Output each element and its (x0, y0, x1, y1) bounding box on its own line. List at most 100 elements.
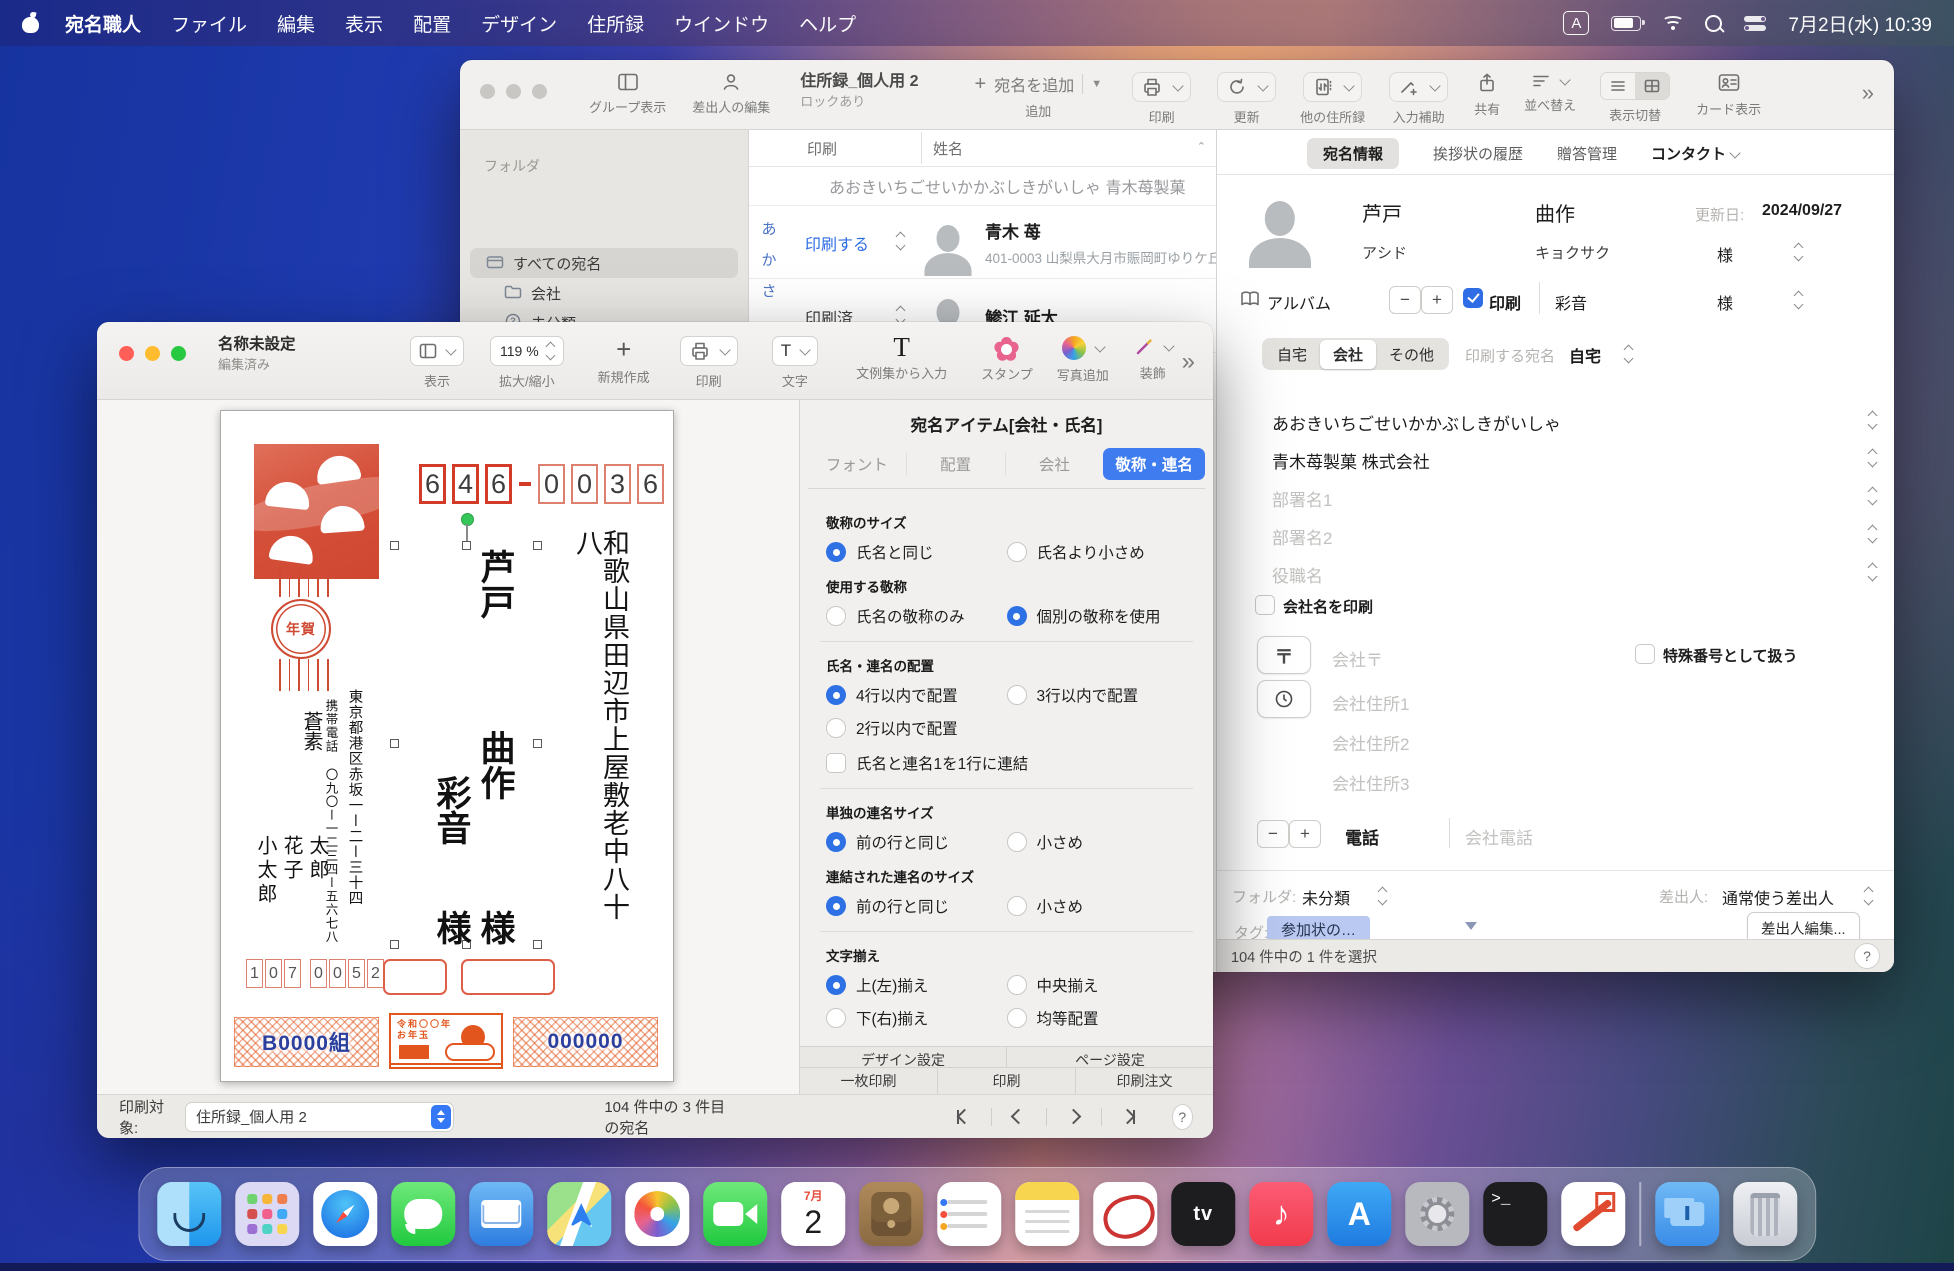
radio-個別の敬称を使用[interactable]: 個別の敬称を使用 (1007, 605, 1188, 627)
postal-code-button[interactable]: 〒 (1257, 636, 1311, 674)
company-address1-field[interactable]: 会社住所1 (1332, 690, 1409, 715)
menu-ファイル[interactable]: ファイル (171, 10, 247, 37)
menu-ウインドウ[interactable]: ウインドウ (674, 10, 769, 37)
radio-氏名の敬称のみ[interactable]: 氏名の敬称のみ (826, 605, 1007, 627)
company-print-checkbox[interactable] (1255, 595, 1275, 615)
sender-member-3[interactable]: 小太郎 (255, 835, 275, 907)
inspector-tab-フォント[interactable]: フォント (808, 453, 906, 475)
postcard-preview[interactable]: 年賀 6460036 和歌山県田辺市上屋敷老中八十八 芦戸 曲作 (220, 410, 674, 1082)
text-button[interactable]: T 文字 (772, 336, 818, 390)
view-button[interactable]: 表示 (410, 336, 464, 390)
menu-ヘルプ[interactable]: ヘルプ (799, 10, 856, 37)
radio-前の行と同じ[interactable]: 前の行と同じ (826, 831, 1007, 853)
menu-配置[interactable]: 配置 (413, 10, 451, 37)
next-record-button[interactable] (1059, 1104, 1089, 1130)
company-kana-field[interactable]: あおきいちごせいかかぶしきがいしゃ (1272, 410, 1561, 435)
remove-joint-button[interactable]: − (1389, 286, 1421, 314)
control-center-icon[interactable] (1744, 15, 1766, 31)
checkbox-氏名と連名1を1行に連結[interactable]: 氏名と連名1を1行に連結 (826, 752, 1187, 774)
dock-launchpad[interactable] (235, 1182, 299, 1246)
dock-calendar[interactable]: 7月2 (781, 1182, 845, 1246)
company-address3-field[interactable]: 会社住所3 (1332, 770, 1409, 795)
recipient-postal-code[interactable]: 6460036 (419, 464, 664, 504)
honorific-stepper[interactable] (1795, 244, 1802, 260)
radio-上(左)揃え[interactable]: 上(左)揃え (826, 974, 1007, 996)
joint-honorific-stepper[interactable] (1795, 292, 1802, 308)
design-canvas[interactable]: 年賀 6460036 和歌山県田辺市上屋敷老中八十八 芦戸 曲作 (97, 400, 800, 1095)
index-letter-さ[interactable]: さ (759, 280, 779, 301)
radio-小さめ[interactable]: 小さめ (1007, 895, 1188, 917)
dock-downloads[interactable] (1655, 1182, 1719, 1246)
toolbar-overflow-icon[interactable]: » (1862, 80, 1874, 106)
spotlight-icon[interactable] (1705, 15, 1722, 32)
decorate-button[interactable]: 装飾 (1133, 336, 1173, 382)
radio-下(右)揃え[interactable]: 下(右)揃え (826, 1007, 1007, 1029)
dock-terminal[interactable]: >_ (1483, 1182, 1547, 1246)
help-button[interactable]: ? (1172, 1104, 1193, 1130)
dock-contacts[interactable] (859, 1182, 923, 1246)
dock-messages[interactable] (391, 1182, 455, 1246)
stamp-button[interactable]: スタンプ (981, 336, 1033, 383)
inspector-tab-敬称・連名[interactable]: 敬称・連名 (1103, 448, 1205, 480)
help-button[interactable]: ? (1854, 943, 1880, 969)
dock-trash[interactable] (1733, 1182, 1797, 1246)
joint-name-field[interactable]: 彩音 (1555, 290, 1587, 314)
menu-app-name[interactable]: 宛名職人 (65, 10, 141, 37)
menu-表示[interactable]: 表示 (345, 10, 383, 37)
address-lookup-button[interactable] (1257, 680, 1311, 718)
card-view-button[interactable]: カード表示 (1696, 72, 1761, 118)
tab-宛名情報[interactable]: 宛名情報 (1307, 138, 1399, 169)
print-target-value[interactable]: 自宅 (1569, 343, 1601, 367)
sender-phone[interactable]: 携帯電話 〇九〇ー一二三四ー五六七八 (324, 699, 337, 947)
sort-caret-icon[interactable]: ⌃ (1197, 140, 1206, 153)
index-letter-か[interactable]: か (759, 249, 779, 270)
dock-photos[interactable] (625, 1182, 689, 1246)
add-recipient-button[interactable]: +宛名を追加▼ 追加 (975, 72, 1103, 120)
toolbar-overflow-icon[interactable]: » (1182, 348, 1195, 376)
segment-その他[interactable]: その他 (1376, 340, 1447, 369)
add-phone-button[interactable]: + (1289, 820, 1321, 848)
dock-facetime[interactable] (703, 1182, 767, 1246)
honorific-field[interactable]: 様 (1717, 242, 1733, 266)
dept1-field[interactable]: 部署名1 (1272, 486, 1332, 511)
input-source-icon[interactable]: A (1563, 11, 1589, 35)
role-stepper[interactable] (1869, 564, 1876, 580)
tag-dropdown-icon[interactable] (1465, 922, 1477, 930)
dock-appstore[interactable]: A (1327, 1182, 1391, 1246)
company-kana-stepper[interactable] (1869, 412, 1876, 428)
radio-小さめ[interactable]: 小さめ (1007, 831, 1188, 853)
last-name-field[interactable]: 芦戸 (1362, 198, 1402, 227)
window-controls[interactable] (119, 346, 186, 361)
phrase-library-button[interactable]: T 文例集から入力 (856, 336, 947, 382)
dock-maps[interactable] (547, 1182, 611, 1246)
radio-4行以内で配置[interactable]: 4行以内で配置 (826, 684, 1007, 706)
joint-honorific-field[interactable]: 様 (1717, 290, 1733, 314)
dept2-field[interactable]: 部署名2 (1272, 524, 1332, 549)
print-button[interactable]: 印刷 (1132, 72, 1191, 126)
index-letter-あ[interactable]: あ (759, 218, 779, 239)
inspector-tab-配置[interactable]: 配置 (906, 453, 1005, 475)
role-field[interactable]: 役職名 (1272, 562, 1323, 587)
folder-value[interactable]: 未分類 (1302, 885, 1350, 909)
print-status[interactable]: 印刷する (805, 231, 869, 255)
refresh-button[interactable]: 更新 (1217, 72, 1276, 126)
first-record-button[interactable] (949, 1104, 979, 1130)
window-controls[interactable] (480, 84, 547, 99)
sender-member-2[interactable]: 花子 (281, 835, 301, 883)
other-books-button[interactable]: 他の住所録 (1300, 72, 1365, 126)
group-view-button[interactable]: グループ表示 (589, 72, 666, 116)
radio-3行以内で配置[interactable]: 3行以内で配置 (1007, 684, 1188, 706)
tab-贈答管理[interactable]: 贈答管理 (1557, 143, 1617, 164)
column-print[interactable]: 印刷 (807, 138, 837, 159)
radio-前の行と同じ[interactable]: 前の行と同じ (826, 895, 1007, 917)
tab-コンタクト[interactable]: コンタクト (1651, 143, 1739, 164)
new-document-button[interactable]: + 新規作成 (598, 336, 650, 386)
sender-family-name[interactable]: 蒼素 (301, 711, 321, 751)
segment-自宅[interactable]: 自宅 (1264, 340, 1320, 369)
address-type-segmented[interactable]: 自宅会社その他 (1262, 338, 1449, 370)
dock-freeform[interactable] (1093, 1182, 1157, 1246)
company-name-field[interactable]: 青木苺製菓 株式会社 (1272, 448, 1430, 473)
sort-button[interactable]: 並べ替え (1524, 72, 1576, 114)
sender-stepper[interactable] (1865, 888, 1872, 904)
sender-postal-code[interactable]: 1070052 (246, 959, 384, 988)
